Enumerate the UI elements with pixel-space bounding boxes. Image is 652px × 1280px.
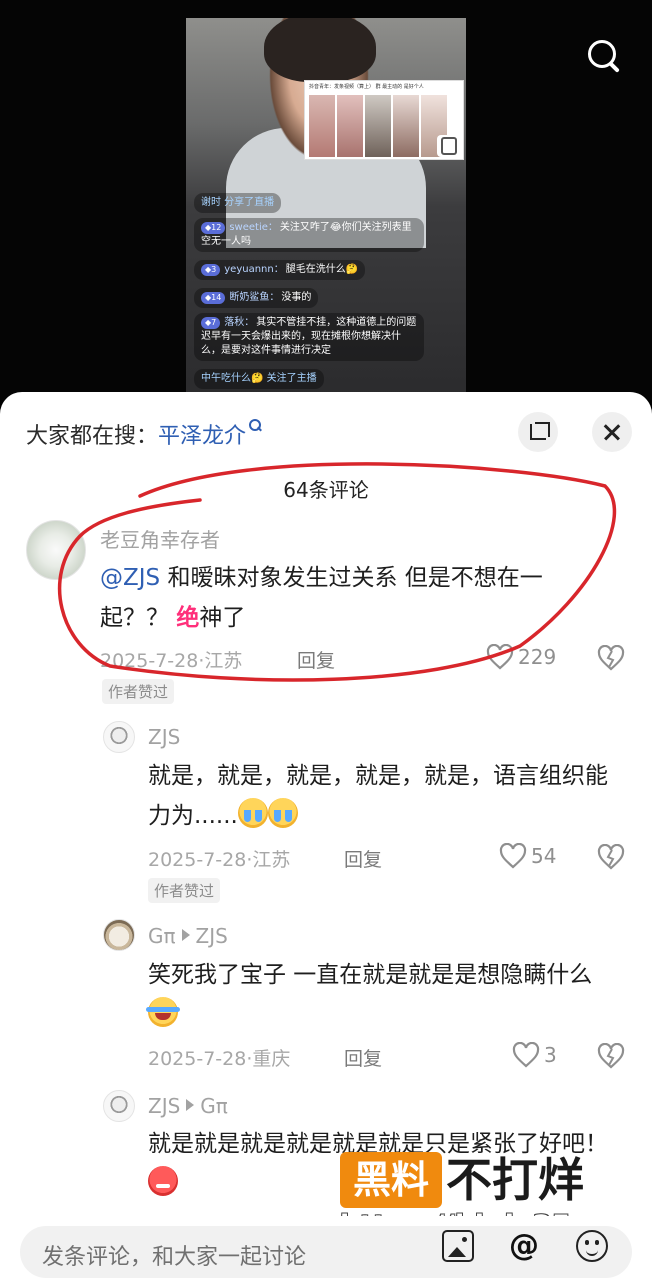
- author-liked-badge: 作者赞过: [148, 878, 221, 903]
- thumbnail: [365, 95, 391, 157]
- comment-text: 就是，就是，就是，就是，就是，语言组织能力为......: [148, 763, 608, 829]
- comment-placeholder: 发条评论，和大家一起讨论: [42, 1245, 307, 1270]
- streamer-hair: [264, 18, 376, 82]
- chat-text: 谢时 分享了直播: [201, 197, 275, 208]
- avatar[interactable]: [26, 520, 86, 580]
- like-count: 54: [531, 844, 557, 868]
- avatar[interactable]: [103, 919, 135, 951]
- like-button[interactable]: 229: [486, 644, 556, 670]
- author-liked-badge: 作者赞过: [102, 679, 175, 704]
- trending-keyword[interactable]: 平泽龙介: [158, 418, 246, 450]
- thumbnail: [337, 95, 363, 157]
- stream-frame[interactable]: 抖音青年：发条视频（算上） 群 最主动的 是好个人 谢时 分享了直播 ◆12 swe…: [186, 18, 466, 396]
- watermark-logo-left: 黑料: [340, 1152, 442, 1208]
- angry-emoji-icon: [148, 1166, 178, 1196]
- dislike-icon[interactable]: [597, 1043, 625, 1069]
- reply-arrow-icon: [181, 929, 190, 941]
- like-count: 3: [544, 1043, 557, 1067]
- level-badge: ◆3: [201, 264, 221, 276]
- mention-link[interactable]: @ZJS: [100, 565, 160, 591]
- level-badge: ◆12: [201, 222, 226, 234]
- chat-message: ◆12 sweetie： 关注又咋了😂你们关注列表里空无一人吗: [194, 218, 424, 252]
- search-icon: [248, 419, 262, 433]
- reply-button[interactable]: 回复: [344, 845, 382, 872]
- chat-message: ◆7 落秋： 其实不管挂不挂，这种道德上的问题迟早有一天会爆出来的，现在摊根你想解决…: [194, 313, 424, 361]
- thumbnail: [309, 95, 335, 157]
- laughing-crying-emoji-icon: [146, 997, 180, 1027]
- heart-icon: [486, 644, 514, 670]
- reply-arrow-icon: [186, 1099, 195, 1111]
- comment-text: 笑死我了宝子 一直在就是就是是想隐瞒什么: [146, 955, 628, 1035]
- close-button[interactable]: [592, 412, 632, 452]
- chat-username[interactable]: yeyuannn：: [224, 264, 283, 275]
- watermark-logo-right: 不打烊: [446, 1153, 584, 1207]
- trending-prefix: 大家都在搜：: [26, 424, 159, 449]
- chat-message: 谢时 分享了直播: [194, 193, 282, 213]
- thumbnail: [393, 95, 419, 157]
- chat-username[interactable]: 落秋：: [224, 317, 254, 328]
- highlight-word: 绝: [176, 605, 200, 631]
- dislike-icon[interactable]: [597, 844, 625, 870]
- level-badge: ◆14: [201, 292, 226, 304]
- chat-username[interactable]: 断奶鲨鱼：: [229, 292, 279, 303]
- pip-icon[interactable]: [437, 135, 461, 157]
- chat-message: 中午吃什么🤔 关注了主播: [194, 369, 324, 389]
- crying-emoji-icon: [267, 798, 298, 828]
- comment-count: 64条评论: [283, 478, 369, 502]
- at-icon[interactable]: @: [508, 1230, 540, 1262]
- trending-search[interactable]: 大家都在搜： 平泽龙介: [26, 418, 262, 450]
- comment-input-bar: 发条评论，和大家一起讨论 @: [0, 1216, 652, 1280]
- comment-date: 2025-7-28·江苏: [148, 849, 291, 871]
- comment-username[interactable]: ZJS Gπ: [148, 1094, 228, 1118]
- comment-username[interactable]: Gπ ZJS: [148, 924, 228, 948]
- comment-date: 2025-7-28·重庆: [148, 1048, 291, 1070]
- comment-username[interactable]: ZJS: [148, 725, 180, 749]
- like-count: 229: [518, 645, 557, 669]
- chat-message: ◆3 yeyuannn： 腿毛在洗什么🤔: [194, 260, 366, 280]
- chat-message: ◆14 断奶鲨鱼： 没事的: [194, 288, 319, 308]
- chat-username[interactable]: sweetie：: [229, 222, 278, 233]
- reply-button[interactable]: 回复: [344, 1044, 382, 1071]
- screen-share-title: 抖音青年：发条视频（算上） 群 最主动的 是好个人: [309, 84, 424, 90]
- image-icon[interactable]: [442, 1230, 474, 1262]
- heart-icon: [499, 843, 527, 869]
- chat-text: 没事的: [281, 292, 312, 303]
- reply-button[interactable]: 回复: [297, 646, 335, 673]
- heart-icon: [512, 1042, 540, 1068]
- comment-input[interactable]: 发条评论，和大家一起讨论: [20, 1226, 632, 1278]
- live-video[interactable]: 抖音青年：发条视频（算上） 群 最主动的 是好个人 谢时 分享了直播 ◆12 swe…: [0, 0, 652, 400]
- avatar[interactable]: [103, 721, 135, 753]
- avatar[interactable]: [103, 1090, 135, 1122]
- level-badge: ◆7: [201, 317, 221, 329]
- comment-text: @ZJS 和暧昧对象发生过关系 但是不想在一起？？ 绝神了: [100, 565, 543, 631]
- screen-share-window: 抖音青年：发条视频（算上） 群 最主动的 是好个人: [304, 80, 464, 160]
- search-icon[interactable]: [582, 34, 626, 78]
- emoji-icon[interactable]: [576, 1230, 608, 1262]
- chat-text: 中午吃什么🤔 关注了主播: [201, 373, 317, 384]
- expand-button[interactable]: [518, 412, 558, 452]
- like-button[interactable]: 3: [512, 1042, 557, 1068]
- crying-emoji-icon: [237, 798, 268, 828]
- like-button[interactable]: 54: [499, 843, 556, 869]
- chat-text: 腿毛在洗什么🤔: [285, 264, 359, 275]
- comment-date: 2025-7-28·江苏: [100, 650, 243, 672]
- dislike-icon[interactable]: [597, 645, 625, 671]
- live-chat-feed: 谢时 分享了直播 ◆12 sweetie： 关注又咋了😂你们关注列表里空无一人吗 ◆3 y…: [194, 190, 458, 396]
- comment-username[interactable]: 老豆角幸存者: [100, 524, 220, 553]
